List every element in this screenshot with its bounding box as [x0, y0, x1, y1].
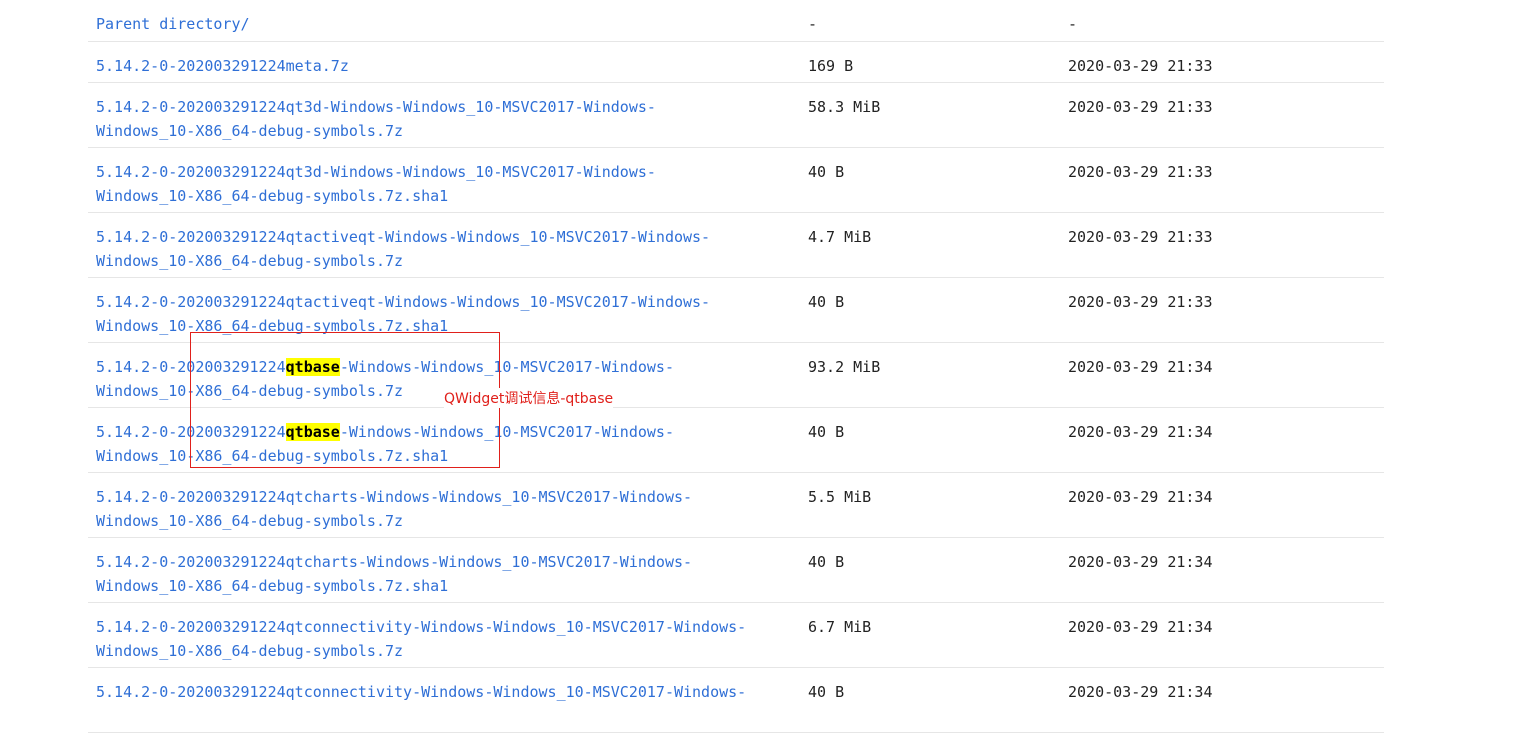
file-link[interactable]: 5.14.2-0-202003291224qt3d-Windows-Window…: [96, 98, 656, 140]
file-link-line-1: 5.14.2-0-202003291224qtconnectivity-Wind…: [96, 683, 747, 701]
file-date: -: [1068, 15, 1078, 33]
table-row: 5.14.2-0-202003291224qtcharts-Windows-Wi…: [88, 538, 1384, 603]
file-link-line-2: Windows_10-X86_64-debug-symbols.7z.sha1: [96, 187, 449, 205]
table-row: 5.14.2-0-202003291224qt3d-Windows-Window…: [88, 148, 1384, 213]
file-name-cell: 5.14.2-0-202003291224qtcharts-Windows-Wi…: [96, 485, 796, 533]
file-size: -: [808, 15, 818, 33]
file-date: 2020-03-29 21:34: [1068, 683, 1213, 701]
file-date: 2020-03-29 21:33: [1068, 57, 1213, 75]
file-size: 58.3 MiB: [808, 98, 881, 116]
file-date: 2020-03-29 21:33: [1068, 163, 1213, 181]
file-link[interactable]: 5.14.2-0-202003291224qtconnectivity-Wind…: [96, 683, 746, 701]
file-name-cell: Parent directory/: [96, 12, 796, 36]
file-name-cell: 5.14.2-0-202003291224qtconnectivity-Wind…: [96, 680, 796, 704]
file-link[interactable]: 5.14.2-0-202003291224qtcharts-Windows-Wi…: [96, 488, 692, 530]
file-link-line-1: 5.14.2-0-202003291224qtconnectivity-Wind…: [96, 618, 747, 636]
file-link-line-1: 5.14.2-0-202003291224qt3d-Windows-Window…: [96, 163, 656, 181]
file-link[interactable]: 5.14.2-0-202003291224qtconnectivity-Wind…: [96, 618, 746, 660]
file-link-line-2: Windows_10-X86_64-debug-symbols.7z: [96, 642, 404, 660]
table-row-parent: Parent directory/ - -: [88, 0, 1384, 42]
file-name-cell: 5.14.2-0-202003291224qtbase-Windows-Wind…: [96, 420, 796, 468]
file-name-cell: 5.14.2-0-202003291224qt3d-Windows-Window…: [96, 160, 796, 208]
file-size: 4.7 MiB: [808, 228, 872, 246]
file-link[interactable]: 5.14.2-0-202003291224qt3d-Windows-Window…: [96, 163, 656, 205]
file-name-cell: 5.14.2-0-202003291224qtcharts-Windows-Wi…: [96, 550, 796, 598]
file-link-line-1: 5.14.2-0-202003291224qt3d-Windows-Window…: [96, 98, 656, 116]
file-link-line-1: 5.14.2-0-202003291224qtcharts-Windows-Wi…: [96, 488, 693, 506]
table-row-qtbase: 5.14.2-0-202003291224qtbase-Windows-Wind…: [88, 408, 1384, 473]
file-name-cell: 5.14.2-0-202003291224qtconnectivity-Wind…: [96, 615, 796, 663]
file-link-line-2: Windows_10-X86_64-debug-symbols.7z: [96, 252, 404, 270]
file-name-cell: 5.14.2-0-202003291224qtactiveqt-Windows-…: [96, 225, 796, 273]
file-link[interactable]: 5.14.2-0-202003291224qtactiveqt-Windows-…: [96, 228, 710, 270]
file-link-line-2: Windows_10-X86_64-debug-symbols.7z: [96, 382, 404, 400]
annotation-label: QWidget调试信息-qtbase: [444, 388, 614, 408]
file-name-cell: 5.14.2-0-202003291224qtactiveqt-Windows-…: [96, 290, 796, 338]
file-link[interactable]: 5.14.2-0-202003291224qtactiveqt-Windows-…: [96, 293, 710, 335]
file-date: 2020-03-29 21:34: [1068, 488, 1213, 506]
file-size: 40 B: [808, 683, 845, 701]
file-link-line-2: Windows_10-X86_64-debug-symbols.7z: [96, 512, 404, 530]
file-date: 2020-03-29 21:34: [1068, 358, 1213, 376]
file-link[interactable]: 5.14.2-0-202003291224qtcharts-Windows-Wi…: [96, 553, 692, 595]
file-size: 40 B: [808, 423, 845, 441]
table-row: 5.14.2-0-202003291224qtconnectivity-Wind…: [88, 668, 1384, 733]
table-row: 5.14.2-0-202003291224meta.7z 169 B 2020-…: [88, 42, 1384, 83]
table-row: 5.14.2-0-202003291224qtconnectivity-Wind…: [88, 603, 1384, 668]
file-date: 2020-03-29 21:33: [1068, 228, 1213, 246]
file-size: 5.5 MiB: [808, 488, 872, 506]
file-name-cell: 5.14.2-0-202003291224qt3d-Windows-Window…: [96, 95, 796, 143]
file-link[interactable]: 5.14.2-0-202003291224meta.7z: [96, 57, 349, 75]
table-row-qtbase: 5.14.2-0-202003291224qtbase-Windows-Wind…: [88, 343, 1384, 408]
file-link-prefix: 5.14.2-0-202003291224: [96, 358, 286, 376]
file-link-line-2: Windows_10-X86_64-debug-symbols.7z.sha1: [96, 447, 449, 465]
file-link-suffix: -Windows-Windows_10-MSVC2017-Windows-: [339, 358, 674, 376]
table-row: 5.14.2-0-202003291224qtcharts-Windows-Wi…: [88, 473, 1384, 538]
file-link-line-1: 5.14.2-0-202003291224qtactiveqt-Windows-…: [96, 293, 711, 311]
file-link-line-2: Windows_10-X86_64-debug-symbols.7z.sha1: [96, 317, 449, 335]
file-size: 93.2 MiB: [808, 358, 881, 376]
table-row: 5.14.2-0-202003291224qtactiveqt-Windows-…: [88, 278, 1384, 343]
file-date: 2020-03-29 21:34: [1068, 553, 1213, 571]
file-size: 40 B: [808, 163, 845, 181]
file-size: 40 B: [808, 293, 845, 311]
file-size: 169 B: [808, 57, 854, 75]
file-link-line-2: Windows_10-X86_64-debug-symbols.7z.sha1: [96, 577, 449, 595]
file-date: 2020-03-29 21:33: [1068, 98, 1213, 116]
file-link-line-1: 5.14.2-0-202003291224qtcharts-Windows-Wi…: [96, 553, 693, 571]
search-highlight: qtbase: [285, 423, 340, 441]
file-link[interactable]: 5.14.2-0-202003291224qtbase-Windows-Wind…: [96, 423, 674, 465]
file-link-line-1: 5.14.2-0-202003291224qtactiveqt-Windows-…: [96, 228, 711, 246]
file-link-suffix: -Windows-Windows_10-MSVC2017-Windows-: [339, 423, 674, 441]
table-row: 5.14.2-0-202003291224qtactiveqt-Windows-…: [88, 213, 1384, 278]
file-size: 40 B: [808, 553, 845, 571]
file-name-cell: 5.14.2-0-202003291224meta.7z: [96, 54, 796, 78]
file-listing-table: Parent directory/ - - 5.14.2-0-202003291…: [88, 0, 1384, 733]
file-link-prefix: 5.14.2-0-202003291224: [96, 423, 286, 441]
search-highlight: qtbase: [285, 358, 340, 376]
file-date: 2020-03-29 21:34: [1068, 618, 1213, 636]
file-date: 2020-03-29 21:34: [1068, 423, 1213, 441]
parent-directory-link[interactable]: Parent directory/: [96, 15, 250, 33]
file-date: 2020-03-29 21:33: [1068, 293, 1213, 311]
file-size: 6.7 MiB: [808, 618, 872, 636]
file-link-line-2: Windows_10-X86_64-debug-symbols.7z: [96, 122, 404, 140]
table-row: 5.14.2-0-202003291224qt3d-Windows-Window…: [88, 83, 1384, 148]
